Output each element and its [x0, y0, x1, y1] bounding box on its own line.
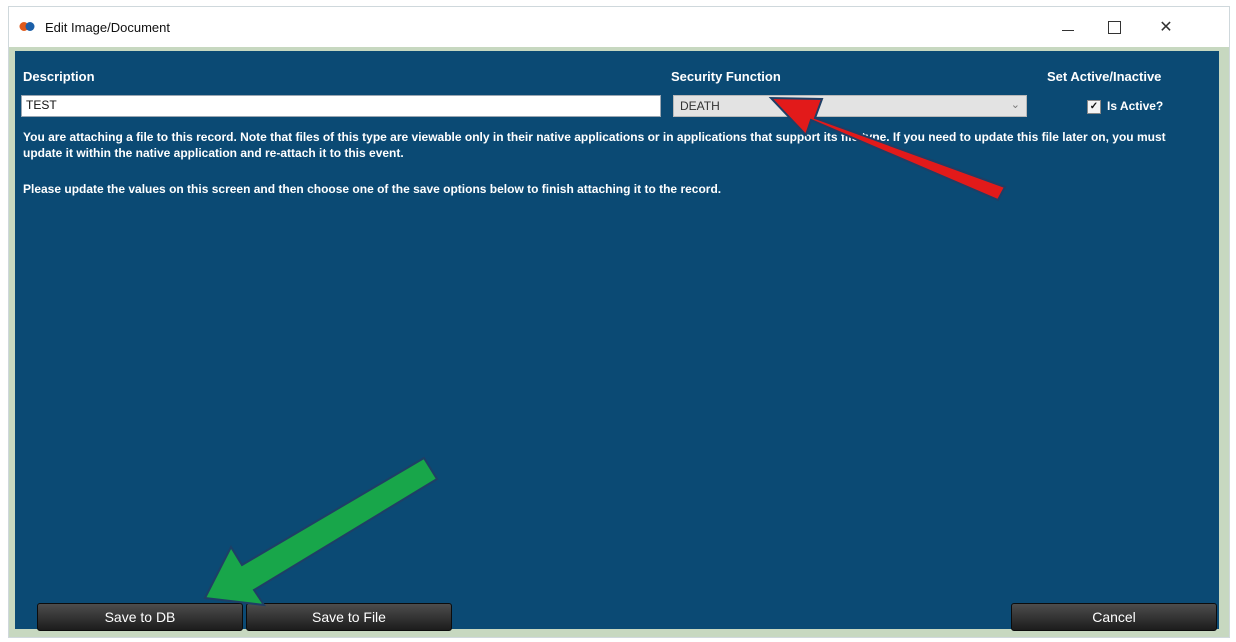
green-arrow-icon	[203, 456, 439, 607]
red-arrow-icon	[768, 96, 1007, 202]
annotation-arrows	[203, 96, 1007, 607]
